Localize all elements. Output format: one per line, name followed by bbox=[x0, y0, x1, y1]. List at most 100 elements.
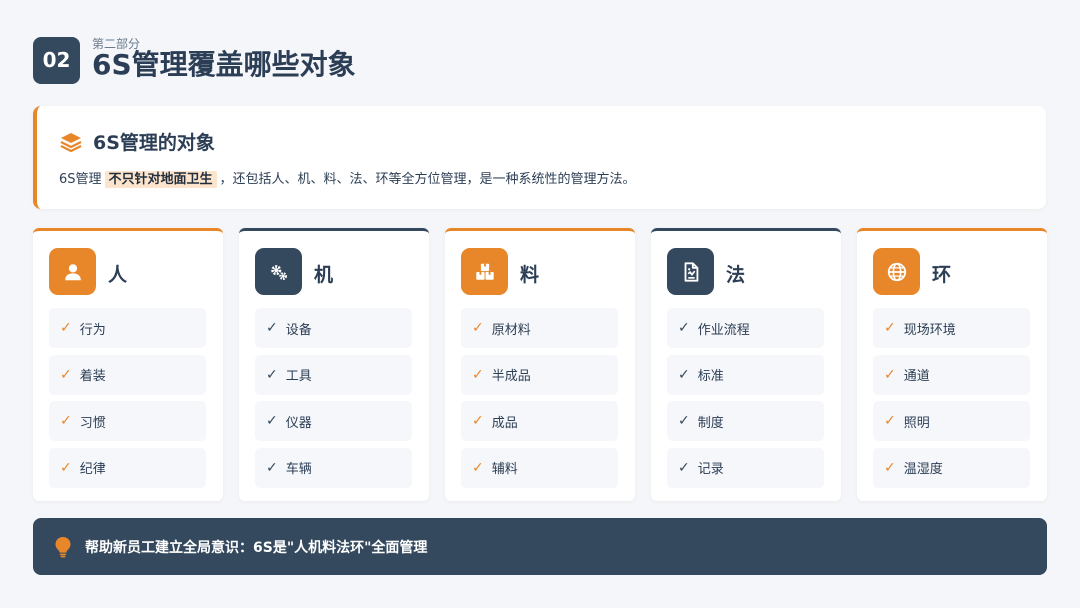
list-item: ✓ 温湿度 bbox=[873, 447, 1030, 488]
list-item-label: 记录 bbox=[697, 462, 724, 477]
list-item: ✓ 成品 bbox=[461, 401, 618, 441]
list-item-label: 标准 bbox=[697, 369, 724, 384]
check-icon: ✓ bbox=[472, 366, 484, 383]
list-item-label: 习惯 bbox=[79, 415, 106, 431]
list-item: ✓ 半成品 bbox=[461, 354, 618, 395]
check-icon: ✓ bbox=[472, 459, 484, 476]
check-icon: ✓ bbox=[266, 320, 278, 336]
list-item-label: 辅料 bbox=[491, 462, 518, 477]
check-icon: ✓ bbox=[60, 320, 72, 336]
list-item: ✓ 仪器 bbox=[255, 401, 412, 441]
list-item: ✓ 设备 bbox=[255, 308, 412, 348]
page-header: 02 第二部分 6S管理覆盖哪些对象 bbox=[33, 36, 492, 84]
check-icon: ✓ bbox=[884, 459, 896, 476]
list-item-label: 温湿度 bbox=[903, 462, 943, 477]
list-item-label: 制度 bbox=[697, 415, 724, 431]
list-item-label: 照明 bbox=[903, 415, 930, 431]
check-icon: ✓ bbox=[884, 413, 896, 429]
check-icon: ✓ bbox=[266, 413, 278, 429]
intro-heading: 6S管理的对象 bbox=[59, 128, 215, 155]
card-material: 料 ✓ 原材料 ✓ 半成品 ✓ 成品 ✓ 辅料 bbox=[445, 228, 635, 501]
check-icon: ✓ bbox=[884, 366, 896, 383]
list-item-label: 仪器 bbox=[285, 415, 312, 431]
check-icon: ✓ bbox=[678, 459, 690, 476]
check-icon: ✓ bbox=[472, 320, 484, 336]
list-item: ✓ 着装 bbox=[49, 354, 206, 395]
check-icon: ✓ bbox=[472, 413, 484, 429]
check-icon: ✓ bbox=[60, 413, 72, 429]
intro-highlight: 不只针对地面卫生 bbox=[104, 171, 217, 188]
card-item-list: ✓ 行为 ✓ 着装 ✓ 习惯 ✓ 纪律 bbox=[49, 308, 206, 494]
list-item: ✓ 工具 bbox=[255, 354, 412, 395]
list-item-label: 作业流程 bbox=[697, 322, 750, 338]
card-icon-box bbox=[255, 248, 302, 295]
list-item: ✓ 车辆 bbox=[255, 447, 412, 488]
summary-text: 帮助新员工建立全局意识：6S是"人机料法环"全面管理 bbox=[85, 539, 428, 556]
intro-card: 6S管理的对象 6S管理 不只针对地面卫生 ，还包括人、机、料、法、环等全方位管理，… bbox=[33, 106, 1046, 209]
list-item: ✓ 制度 bbox=[667, 401, 824, 441]
list-item: ✓ 通道 bbox=[873, 354, 1030, 395]
check-icon: ✓ bbox=[884, 320, 896, 336]
card-title: 人 bbox=[108, 264, 128, 286]
card-environment: 环 ✓ 现场环境 ✓ 通道 ✓ 照明 ✓ 温湿度 bbox=[857, 228, 1047, 501]
card-item-list: ✓ 设备 ✓ 工具 ✓ 仪器 ✓ 车辆 bbox=[255, 308, 412, 494]
list-item-label: 行为 bbox=[79, 322, 106, 338]
check-icon: ✓ bbox=[266, 459, 278, 476]
list-item: ✓ 原材料 bbox=[461, 308, 618, 348]
card-icon-box bbox=[667, 248, 714, 295]
card-icon-box bbox=[49, 248, 96, 295]
globe-icon bbox=[887, 262, 906, 281]
section-number-badge: 02 bbox=[33, 36, 80, 84]
intro-description: 6S管理 不只针对地面卫生 ，还包括人、机、料、法、环等全方位管理，是一种系统性的管… bbox=[59, 170, 636, 190]
card-title: 环 bbox=[932, 264, 952, 286]
check-icon: ✓ bbox=[678, 413, 690, 429]
list-item-label: 车辆 bbox=[285, 462, 312, 477]
list-item-label: 成品 bbox=[491, 415, 518, 431]
list-item: ✓ 作业流程 bbox=[667, 308, 824, 348]
list-item-label: 设备 bbox=[285, 322, 312, 338]
check-icon: ✓ bbox=[678, 366, 690, 383]
layers-icon bbox=[60, 132, 82, 152]
intro-text-after: ，还包括人、机、料、法、环等全方位管理，是一种系统性的管理方法。 bbox=[219, 172, 636, 187]
list-item-label: 原材料 bbox=[491, 322, 531, 338]
list-item-label: 半成品 bbox=[491, 369, 531, 384]
list-item-label: 现场环境 bbox=[903, 322, 956, 338]
list-item: ✓ 标准 bbox=[667, 354, 824, 395]
list-item-label: 通道 bbox=[903, 369, 930, 384]
category-cards: 人 ✓ 行为 ✓ 着装 ✓ 习惯 ✓ 纪律 机 ✓ 设备 ✓ 工具 ✓ 仪器 ✓ 车辆 bbox=[33, 228, 1047, 501]
list-item: ✓ 行为 bbox=[49, 308, 206, 348]
card-icon-box bbox=[873, 248, 920, 295]
list-item: ✓ 现场环境 bbox=[873, 308, 1030, 348]
list-item-label: 工具 bbox=[285, 369, 312, 384]
list-item: ✓ 习惯 bbox=[49, 401, 206, 441]
card-item-list: ✓ 原材料 ✓ 半成品 ✓ 成品 ✓ 辅料 bbox=[461, 308, 618, 494]
check-icon: ✓ bbox=[678, 320, 690, 336]
card-icon-box bbox=[461, 248, 508, 295]
list-item: ✓ 记录 bbox=[667, 447, 824, 488]
card-method: 法 ✓ 作业流程 ✓ 标准 ✓ 制度 ✓ 记录 bbox=[651, 228, 841, 501]
gears-icon bbox=[270, 264, 287, 280]
check-icon: ✓ bbox=[60, 459, 72, 476]
list-item: ✓ 照明 bbox=[873, 401, 1030, 441]
boxes-icon bbox=[475, 263, 494, 280]
card-people: 人 ✓ 行为 ✓ 着装 ✓ 习惯 ✓ 纪律 bbox=[33, 228, 223, 501]
list-item: ✓ 辅料 bbox=[461, 447, 618, 488]
user-icon bbox=[64, 263, 81, 280]
document-icon bbox=[684, 261, 698, 282]
intro-title: 6S管理的对象 bbox=[93, 132, 215, 154]
summary-banner: 帮助新员工建立全局意识：6S是"人机料法环"全面管理 bbox=[33, 518, 1047, 575]
card-machine: 机 ✓ 设备 ✓ 工具 ✓ 仪器 ✓ 车辆 bbox=[239, 228, 429, 501]
card-item-list: ✓ 作业流程 ✓ 标准 ✓ 制度 ✓ 记录 bbox=[667, 308, 824, 494]
check-icon: ✓ bbox=[266, 366, 278, 383]
check-icon: ✓ bbox=[60, 366, 72, 383]
lightbulb-icon bbox=[55, 536, 71, 557]
list-item: ✓ 纪律 bbox=[49, 447, 206, 488]
intro-text-before: 6S管理 bbox=[59, 172, 102, 187]
title-block: 第二部分 6S管理覆盖哪些对象 bbox=[92, 37, 492, 84]
card-title: 机 bbox=[314, 264, 334, 286]
list-item-label: 纪律 bbox=[79, 462, 106, 477]
card-item-list: ✓ 现场环境 ✓ 通道 ✓ 照明 ✓ 温湿度 bbox=[873, 308, 1030, 494]
card-title: 法 bbox=[726, 264, 746, 286]
page-title: 6S管理覆盖哪些对象 bbox=[92, 47, 356, 81]
card-title: 料 bbox=[520, 264, 540, 286]
